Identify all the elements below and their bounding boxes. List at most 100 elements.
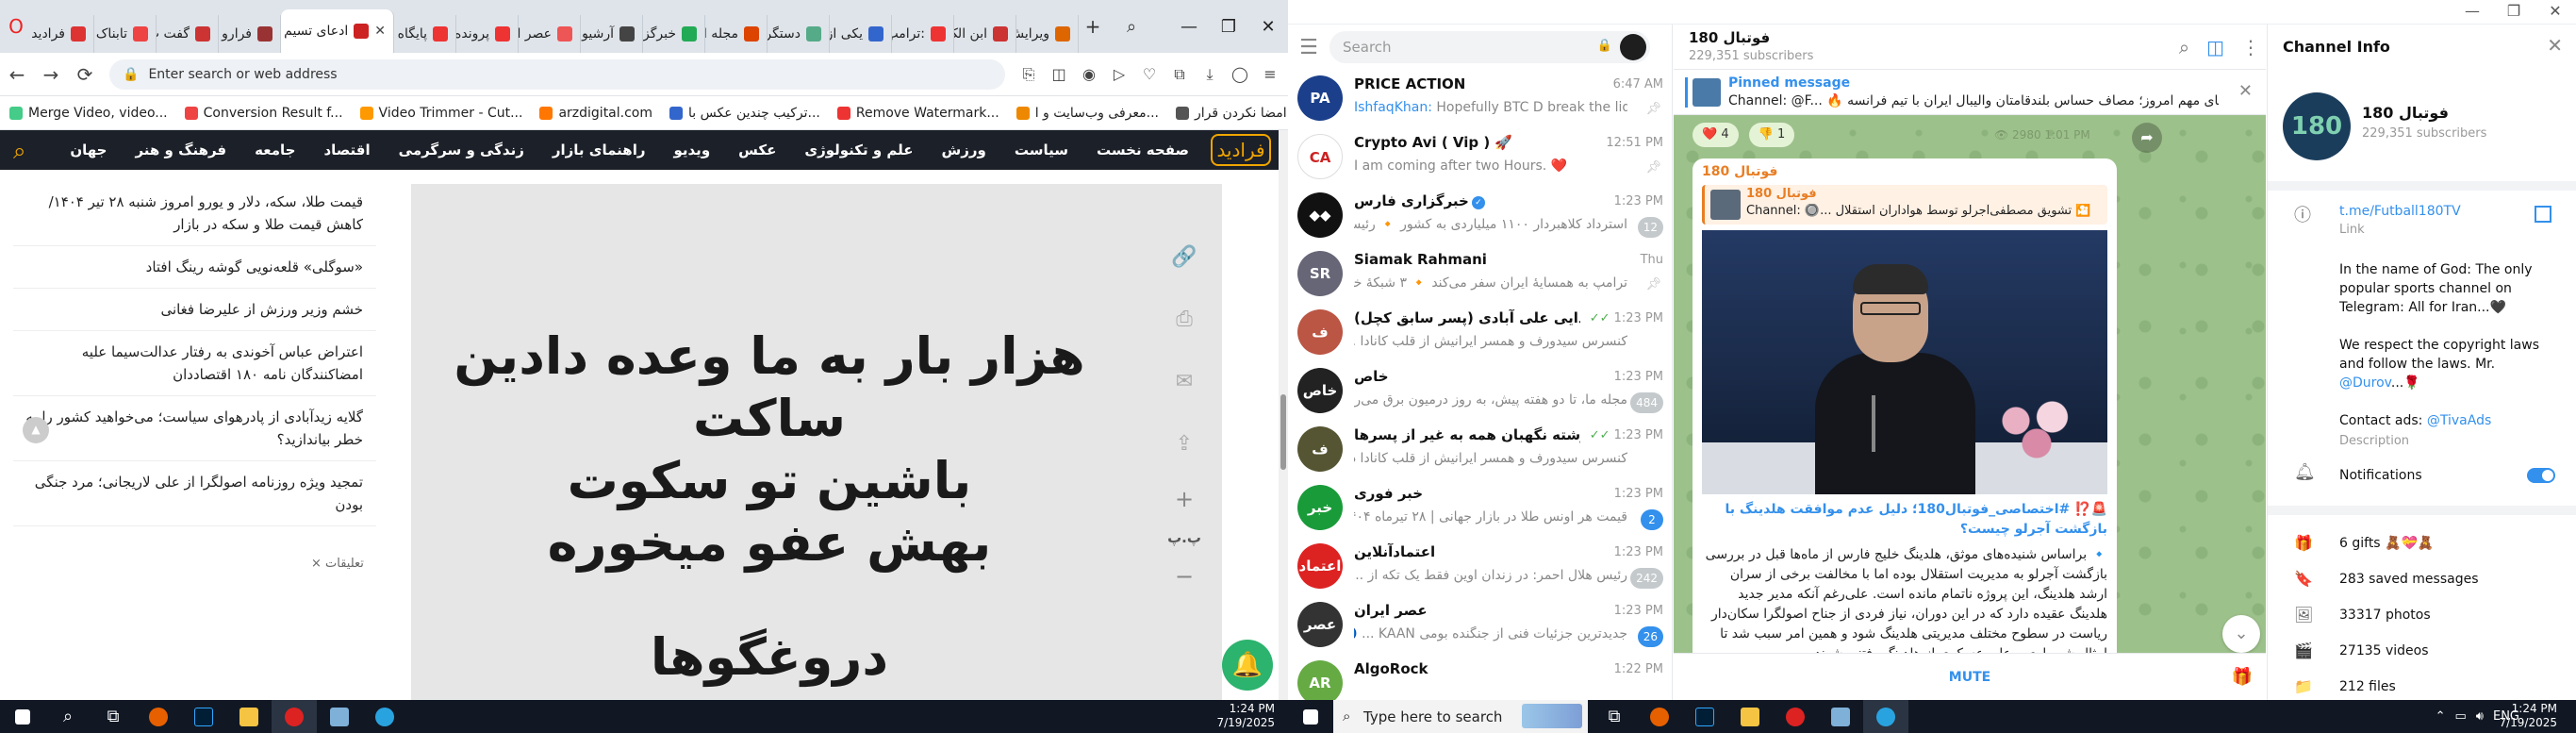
tab[interactable]: پایگاه	[394, 15, 456, 53]
mail-icon[interactable]: ✉	[1167, 365, 1201, 399]
site-nav-item[interactable]: ورزش	[942, 142, 986, 158]
file-explorer-icon[interactable]	[226, 700, 272, 733]
related-news-item[interactable]: خشم وزیر ورزش از علیرضا فغانی	[13, 289, 376, 331]
site-nav-item[interactable]: فرهنگ و هنر	[135, 142, 226, 158]
bookmark-item[interactable]: دلیل امضا نکردن قرار...	[1175, 106, 1288, 121]
photoshop-icon[interactable]	[1682, 700, 1727, 733]
zoom-in-button[interactable]: +	[1175, 486, 1194, 512]
windows-start-icon[interactable]	[0, 700, 45, 733]
channel-avatar[interactable]: 180	[2283, 92, 2351, 160]
info-stat-row[interactable]: 📁 212 files	[2268, 670, 2576, 704]
site-nav-item[interactable]: صفحه نخست	[1097, 142, 1189, 158]
notepad-icon[interactable]	[1818, 700, 1863, 733]
print-icon[interactable]: ⎙	[1167, 303, 1201, 337]
chat-header[interactable]: فوتبال 180 229,351 subscribers ⌕ ◫ ⋮	[1674, 25, 2266, 70]
profile-icon[interactable]: ◯	[1230, 65, 1250, 84]
zoom-out-button[interactable]: −	[1175, 563, 1194, 590]
info-stat-row[interactable]: 🔖 283 saved messages	[2268, 562, 2576, 596]
notification-bell-icon[interactable]: 🔔	[1222, 640, 1273, 691]
opera-menu-icon[interactable]: O	[0, 10, 32, 43]
hamburger-menu-icon[interactable]: ☰	[1288, 36, 1329, 59]
chat-list-item[interactable]: PA PRICE ACTION 6:47 AM IshfaqKhan: Hopeful…	[1288, 70, 1673, 128]
photoshop-icon[interactable]	[181, 700, 226, 733]
close-button[interactable]: ✕	[2535, 0, 2576, 23]
site-nav-item[interactable]: جامعه	[255, 142, 295, 158]
message-photo[interactable]	[1702, 230, 2107, 494]
taskbar-search-input[interactable]: ⌕ Type here to search	[1333, 700, 1588, 733]
windows-start-icon[interactable]	[1288, 700, 1333, 733]
telegram-icon[interactable]	[362, 700, 407, 733]
comments-label[interactable]: تعلیقات ×	[311, 557, 364, 571]
player-icon[interactable]: ▷	[1109, 65, 1130, 84]
lock-icon[interactable]: 🔒	[1597, 39, 1612, 53]
bookmark-item[interactable]: Conversion Result f...	[184, 106, 343, 121]
tab-active[interactable]: ادعای تسیم ✕	[281, 9, 394, 53]
chat-list-item[interactable]: SR Siamak Rahmani Thu ترامپ به همسایهٔ ایرا…	[1288, 245, 1673, 304]
tab[interactable]: خبرگزا	[643, 15, 705, 53]
channel-message[interactable]: فوتبال 180 فوتبال 180 Channel: 🔘... تشوی…	[1693, 158, 2117, 700]
file-explorer-icon[interactable]	[1727, 700, 1773, 733]
qr-code-icon[interactable]	[2535, 206, 2551, 223]
reply-preview[interactable]: فوتبال 180 Channel: 🔘... تشویق مصطفی‌آجر…	[1702, 185, 2107, 225]
chat-list-item[interactable]: ف فدایی علی آبادی (پسر سابق کچل) ✓✓ 1:23 P…	[1288, 304, 1673, 362]
chat-list-item[interactable]: ف فرشته نگهبان همه به غیر از پسرها ✓✓ 1:23…	[1288, 421, 1673, 479]
tab[interactable]: گفت ت	[157, 15, 219, 53]
tab-search-icon[interactable]: ⌕	[1113, 17, 1150, 37]
mention-link[interactable]: @Durov	[2339, 375, 2391, 391]
minimize-button[interactable]: —	[1169, 17, 1209, 37]
gift-icon[interactable]: 🎁	[2232, 667, 2253, 687]
close-pinned-icon[interactable]: ✕	[2238, 81, 2253, 101]
heart-icon[interactable]: ♡	[1139, 65, 1160, 84]
camera-icon[interactable]: ◫	[1049, 65, 1069, 84]
minimize-button[interactable]: —	[2452, 0, 2493, 23]
tab[interactable]: عصر ا	[519, 15, 581, 53]
maximize-button[interactable]: ❐	[2493, 0, 2535, 23]
reload-icon[interactable]: ⟳	[68, 63, 102, 86]
tab[interactable]: ابن الک	[954, 15, 1016, 53]
related-news-item[interactable]: «سوگلی» قلعه‌نویی گوشه رینگ افتاد	[13, 246, 376, 289]
reaction[interactable]: ❤️ 4	[1693, 123, 1739, 147]
forward-icon[interactable]: ➦	[2132, 123, 2162, 153]
info-stat-row[interactable]: 🎁 6 gifts 🧸💝🧸	[2268, 526, 2576, 560]
firefox-icon[interactable]	[1637, 700, 1682, 733]
close-info-icon[interactable]: ✕	[2547, 34, 2563, 57]
mute-button[interactable]: MUTE	[1674, 654, 2266, 701]
download-icon[interactable]: ⤓	[1199, 65, 1220, 84]
bookmark-item[interactable]: arzdigital.com	[539, 106, 652, 121]
bookmark-item[interactable]: ترکیب چندین عکس با...	[669, 106, 820, 121]
site-nav-item[interactable]: راهنمای بازار	[553, 142, 646, 158]
menu-icon[interactable]: ≡	[1260, 65, 1280, 84]
chat-list-item[interactable]: عصر عصر ایران 1:23 PM جدیدترین جزئیات فنی ا…	[1288, 596, 1673, 655]
volume-icon[interactable]: 🔊︎	[2476, 709, 2484, 724]
more-options-icon[interactable]: ⋮	[2241, 36, 2260, 58]
new-tab-button[interactable]: +	[1079, 15, 1107, 38]
scroll-down-icon[interactable]: ⌄	[2222, 615, 2260, 653]
site-nav-item[interactable]: اقتصاد	[323, 142, 370, 158]
back-arrow-icon[interactable]: ←	[0, 63, 34, 86]
search-icon[interactable]: ⌕	[45, 700, 91, 733]
link-icon[interactable]: 🔗	[1167, 241, 1201, 275]
tab[interactable]: ترامپ:	[892, 15, 954, 53]
chat-list-item[interactable]: CA Crypto Avi ( Vip ) 🚀 12:51 PM I am comin…	[1288, 128, 1673, 187]
site-logo[interactable]: فرادید	[1211, 134, 1271, 166]
tray-expand-icon[interactable]: ⌃	[2436, 709, 2446, 724]
task-view-icon[interactable]: ⧉	[91, 700, 136, 733]
tab[interactable]: دستگر	[768, 15, 830, 53]
tab[interactable]: تابناک	[94, 15, 157, 53]
site-nav-item[interactable]: زندگی و سرگرمی	[399, 142, 524, 158]
pinned-message-bar[interactable]: Pinned message Channel: @F... برنامه باز…	[1674, 70, 2266, 115]
firefox-icon[interactable]	[136, 700, 181, 733]
close-button[interactable]: ✕	[1248, 17, 1288, 37]
extensions-icon[interactable]: ⧉	[1169, 65, 1190, 84]
tab[interactable]: یکی از	[830, 15, 892, 53]
site-nav-item[interactable]: سیاست	[1015, 142, 1068, 158]
chat-list-item[interactable]: خاص خاص 1:23 PM مجله ما، تا دو هفته پیش، به…	[1288, 362, 1673, 421]
bookmark-item[interactable]: Video Trimmer - Cut...	[359, 106, 522, 121]
snapshot-icon[interactable]: ⎘	[1018, 65, 1039, 84]
contact-link[interactable]: @TivaAds	[2427, 413, 2491, 428]
scroll-up-icon[interactable]: ▲	[23, 417, 49, 443]
sidebar-toggle-icon[interactable]: ◫	[2206, 36, 2224, 58]
tab[interactable]: ویرایش	[1016, 15, 1079, 53]
search-input[interactable]: Search 🔒	[1329, 31, 1650, 63]
tab[interactable]: پرونده	[456, 15, 519, 53]
